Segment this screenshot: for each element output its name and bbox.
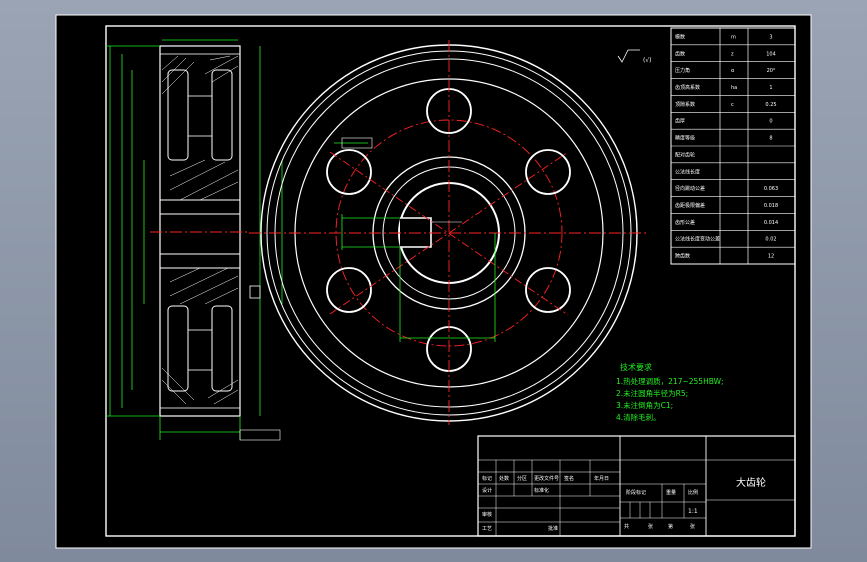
param-value: 0 — [769, 119, 772, 125]
tb-label-weight: 重量 — [666, 489, 676, 496]
tb-label-review: 审核 — [482, 511, 492, 518]
tech-item-2: 2.未注圆角半径为R5; — [616, 388, 688, 398]
param-label: 齿形公差 — [675, 219, 695, 226]
param-value: 12 — [768, 254, 774, 260]
param-value: 0.25 — [765, 102, 776, 108]
param-label: 公法线长度 — [675, 168, 700, 175]
param-label: 齿顶高系数 — [675, 84, 700, 91]
param-label: 齿厚 — [675, 119, 685, 125]
tb-sheets-unit: 张 — [648, 523, 653, 530]
param-value: 1 — [769, 85, 772, 91]
param-value: 20° — [767, 68, 776, 74]
param-value: 8 — [769, 136, 772, 142]
part-title: 大齿轮 — [736, 476, 766, 489]
tb-label-count: 处数 — [499, 475, 509, 482]
scale-value: 1:1 — [688, 508, 698, 515]
tech-item-3: 3.未注倒角为C1; — [616, 400, 673, 410]
tb-label-stage: 阶段标记 — [626, 489, 646, 496]
param-label: 公法线长度变动公差 — [675, 236, 720, 243]
tb-label-scale: 比例 — [688, 489, 698, 496]
param-label: 齿距极限偏差 — [675, 202, 705, 209]
param-label: 压力角 — [675, 67, 690, 74]
param-symbol: ha — [731, 85, 737, 91]
tb-label-change: 更改文件号 — [534, 475, 559, 482]
param-value: 0.02 — [765, 237, 776, 243]
param-value: 0.014 — [764, 220, 778, 226]
tech-item-4: 4.清除毛刺。 — [616, 412, 661, 422]
cad-workspace: (√) 模数 m 3 齿数 z 104 压力角 α 20° 齿顶高系数 ha 1 顶隙系数 c 0.25 齿厚… — [0, 0, 867, 562]
param-value: 0.063 — [764, 186, 778, 192]
param-label: 配对齿轮 — [675, 151, 695, 158]
tb-label-design: 设计 — [482, 487, 492, 494]
param-label: 跨齿数 — [675, 253, 690, 260]
tb-label-mark: 标记 — [482, 475, 492, 482]
param-label: 精度等级 — [675, 135, 695, 142]
tb-label-standard: 标准化 — [534, 487, 549, 494]
tb-sheet-no: 第 — [668, 523, 673, 530]
param-value: 104 — [766, 51, 776, 57]
tech-heading: 技术要求 — [620, 362, 652, 372]
tb-label-approve: 批准 — [548, 525, 558, 532]
tb-sheets-total: 共 — [624, 523, 629, 530]
param-label: 径向跳动公差 — [675, 185, 705, 192]
tb-sheet-unit: 张 — [690, 523, 695, 530]
param-symbol: m — [731, 34, 736, 40]
param-label: 模数 — [675, 33, 685, 40]
cad-drawing-canvas[interactable]: (√) 模数 m 3齿数 z 104压力角 α 20°齿顶高系数 ha 1顶隙系数 c 0.25齿厚… — [0, 0, 867, 562]
tb-label-zone: 分区 — [517, 475, 527, 482]
param-label: 顶隙系数 — [675, 101, 695, 108]
view-label: (√) — [643, 57, 652, 64]
tb-label-sign: 签名 — [564, 475, 574, 482]
param-value: 3 — [769, 34, 772, 40]
param-symbol: c — [731, 102, 734, 108]
tb-label-date: 年月日 — [594, 475, 609, 482]
tech-item-1: 1.热处理调质，217~255HBW; — [616, 376, 724, 386]
tb-label-process: 工艺 — [482, 526, 492, 532]
param-value: 0.018 — [764, 203, 778, 209]
param-label: 齿数 — [675, 50, 685, 57]
param-symbol: z — [731, 51, 734, 57]
